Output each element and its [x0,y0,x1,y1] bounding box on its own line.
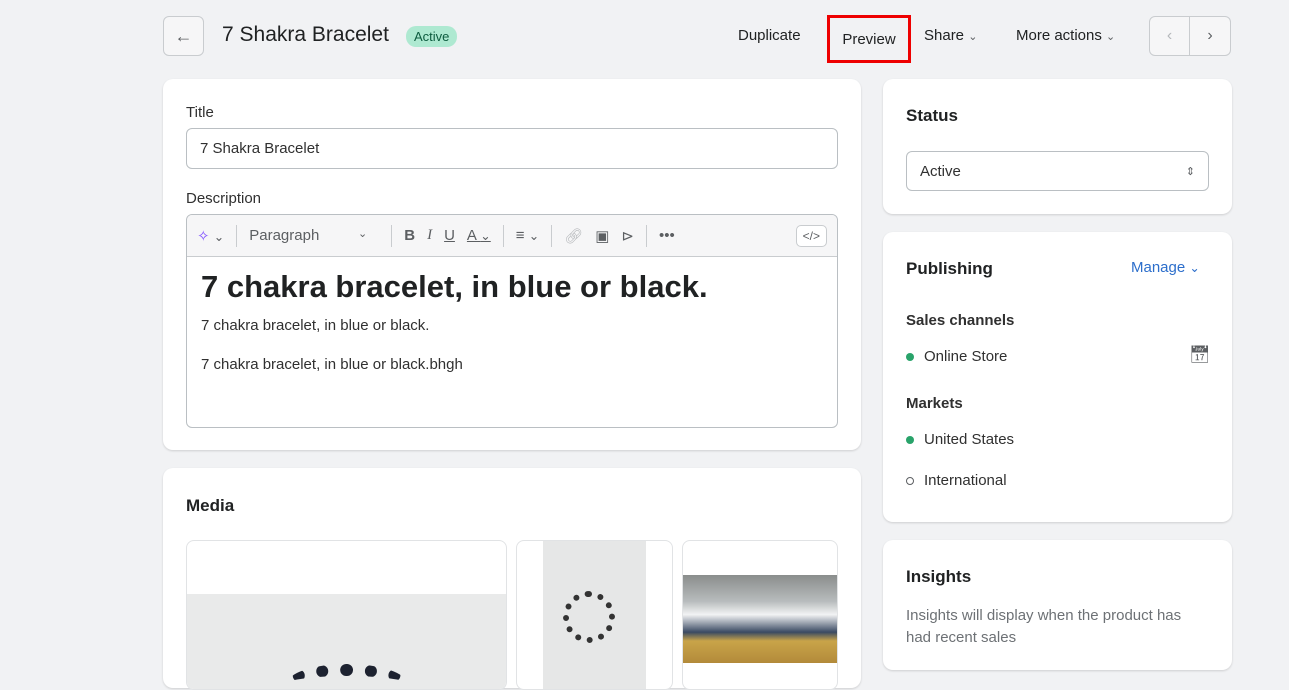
chevron-down-icon: ⌄ [968,31,978,43]
insights-title: Insights [906,567,972,586]
previous-product-button[interactable]: ‹ [1149,16,1190,56]
media-item[interactable] [516,540,673,690]
status-card: Status Active ⇕ [883,79,1232,214]
markets-label: Markets [906,395,963,412]
status-value: Active [920,162,961,180]
chevron-right-icon: › [1207,27,1213,44]
media-title: Media [186,496,235,515]
back-button[interactable]: ← [163,16,204,56]
description-heading: 7 chakra bracelet, in blue or black. [201,269,708,304]
chevron-down-icon: ⌄ [1106,31,1116,43]
title-label: Title [186,104,214,121]
calendar-schedule-icon[interactable]: 📅︎ [1189,345,1211,365]
italic-icon[interactable]: I [427,227,432,244]
next-product-button[interactable]: › [1190,16,1231,56]
description-paragraph: 7 chakra bracelet, in blue or black.bhgh [201,356,463,373]
description-editor[interactable]: ✧ ⌄ Paragraph ⌄ B I U A ⌄ ≡ ⌄ 🔗︎ ▣ ⊳ ••• … [186,214,838,428]
link-icon[interactable]: 🔗︎ [564,227,583,245]
preview-label: Preview [842,30,896,48]
media-item[interactable] [186,540,507,690]
status-select[interactable]: Active ⇕ [906,151,1209,191]
format-label: Paragraph [249,227,320,244]
share-button[interactable]: Share ⌄ [924,27,977,44]
more-icon[interactable]: ••• [659,227,675,244]
chevron-left-icon: ‹ [1166,27,1173,44]
insights-card: Insights Insights will display when the … [883,540,1232,670]
duplicate-button[interactable]: Duplicate [738,27,801,44]
more-actions-label: More actions [1016,27,1102,44]
inactive-dot [906,477,914,485]
active-dot [906,436,914,444]
status-badge: Active [406,26,458,47]
channel-label: Online Store [924,348,1008,365]
product-details-card: Title 7 Shakra Bracelet Description ✧ ⌄ … [163,79,861,450]
market-label: International [924,472,1007,489]
manage-button[interactable]: Manage ⌄ [1131,259,1200,276]
arrow-left-icon: ← [174,25,193,46]
bold-icon[interactable]: B [404,227,415,244]
chevron-down-icon: ⌄ [1189,261,1200,275]
underline-icon[interactable]: U [444,227,455,244]
page-title: 7 Shakra Bracelet [222,23,389,46]
align-icon[interactable]: ≡ ⌄ [516,227,539,244]
market-label: United States [924,431,1015,448]
status-title: Status [906,106,958,125]
publishing-card: Publishing Manage ⌄ Sales channels Onlin… [883,232,1232,522]
publishing-title: Publishing [906,259,993,278]
market-international: International [906,472,1007,489]
insights-text: Insights will display when the product h… [906,607,1182,646]
description-paragraph: 7 chakra bracelet, in blue or black. [201,317,430,334]
format-select[interactable]: Paragraph ⌄ [249,227,379,244]
active-dot [906,353,914,361]
editor-toolbar: ✧ ⌄ Paragraph ⌄ B I U A ⌄ ≡ ⌄ 🔗︎ ▣ ⊳ ••• … [187,215,837,257]
share-label: Share [924,27,965,44]
sales-channels-label: Sales channels [906,312,1015,329]
channel-online-store: Online Store [906,348,1007,365]
video-icon[interactable]: ⊳ [621,227,634,245]
media-item[interactable] [682,540,838,690]
code-view-icon[interactable]: </> [795,224,827,247]
media-card: Media [163,468,861,690]
preview-button[interactable]: Preview [827,15,911,63]
select-arrows-icon: ⇕ [1185,165,1195,178]
title-input[interactable]: 7 Shakra Bracelet [186,128,838,169]
ai-sparkle-icon[interactable]: ✧ ⌄ [197,227,224,245]
market-united-states: United States [906,431,1014,448]
image-icon[interactable]: ▣ [595,227,609,245]
manage-label: Manage [1131,259,1186,276]
description-label: Description [186,190,262,207]
text-color-icon[interactable]: A ⌄ [467,227,491,244]
more-actions-button[interactable]: More actions ⌄ [1016,27,1115,44]
